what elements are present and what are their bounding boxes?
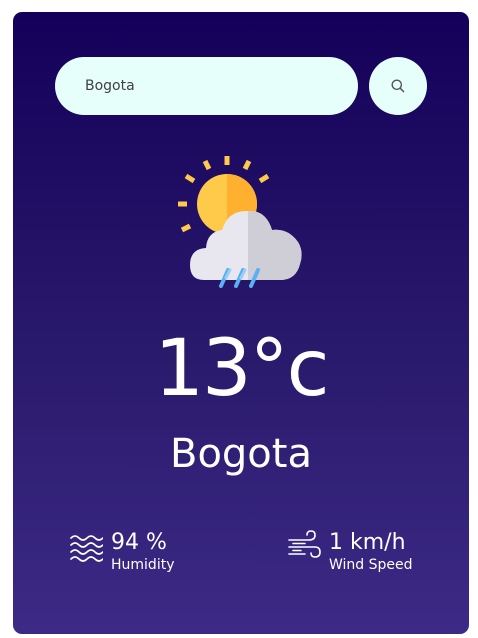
weather-card: 13°c Bogota 94 % Humidity — [13, 12, 469, 634]
humidity-stat: 94 % Humidity — [69, 530, 174, 574]
wind-value: 1 km/h — [329, 530, 406, 555]
humidity-value: 94 % — [111, 530, 167, 555]
search-icon — [391, 79, 405, 93]
wind-label: Wind Speed — [329, 557, 413, 573]
wind-icon — [288, 530, 321, 558]
wind-stat: 1 km/h Wind Speed — [287, 530, 413, 574]
search-input[interactable] — [55, 57, 358, 115]
search-button[interactable] — [369, 57, 427, 115]
city-name: Bogota — [170, 431, 312, 477]
sun-cloud-rain-icon — [178, 156, 302, 288]
temperature: 13°c — [154, 324, 329, 414]
humidity-label: Humidity — [111, 557, 175, 573]
waves-icon — [70, 535, 103, 562]
